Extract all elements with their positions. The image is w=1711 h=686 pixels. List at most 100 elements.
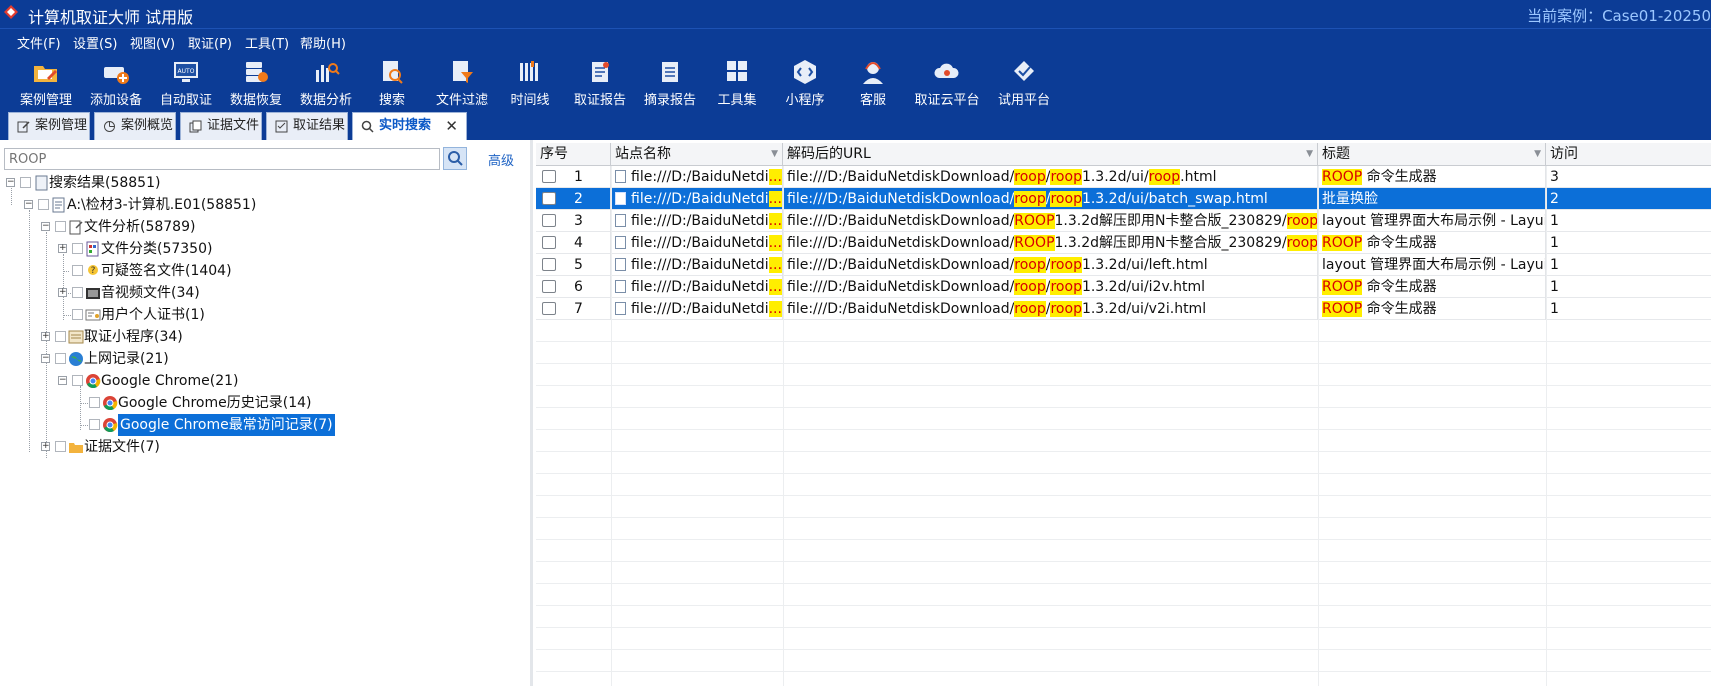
table-row[interactable]: 3 file:///D:/BaiduNetdi... file:///D:/Baid…	[536, 210, 1711, 232]
menu-file[interactable]: 文件(F)	[17, 33, 61, 52]
cell-decoded-url: file:///D:/BaiduNetdiskDownload/roop/roo…	[783, 166, 1318, 188]
tree-node-personal-certificate[interactable]: 用户个人证书(1)	[0, 304, 530, 326]
expand-icon[interactable]: +	[41, 332, 50, 341]
tab-evidence-files[interactable]: 证据文件	[180, 112, 262, 140]
tree-checkbox[interactable]	[72, 287, 83, 298]
customer-service-button[interactable]: 客服	[850, 58, 896, 108]
tab-case-management[interactable]: 案例管理	[8, 112, 90, 140]
tab-forensic-results[interactable]: 取证结果	[266, 112, 348, 140]
mini-program-button[interactable]: 小程序	[780, 58, 830, 108]
collapse-icon[interactable]: −	[58, 376, 67, 385]
folder-edit-icon	[34, 66, 57, 82]
search-submit-button[interactable]	[443, 147, 467, 170]
search-button[interactable]: 搜索	[370, 58, 414, 108]
table-row[interactable]: 1 file:///D:/BaiduNetdi... file:///D:/Baid…	[536, 166, 1711, 188]
data-recovery-button[interactable]: 数据恢复	[228, 58, 284, 108]
collapse-icon[interactable]: −	[24, 200, 33, 209]
cell-site-name: file:///D:/BaiduNetdi...	[611, 254, 783, 276]
tree-node-internet-records[interactable]: − 上网记录(21)	[0, 348, 530, 370]
table-row[interactable]: 7 file:///D:/BaiduNetdi... file:///D:/Baid…	[536, 298, 1711, 320]
close-tab-icon[interactable]: ✕	[445, 113, 458, 139]
collapse-icon[interactable]: −	[41, 354, 50, 363]
row-checkbox[interactable]	[542, 302, 556, 315]
tree-checkbox[interactable]	[55, 331, 66, 342]
tree-checkbox[interactable]	[89, 397, 100, 408]
file-analysis-icon	[69, 220, 83, 235]
row-checkbox[interactable]	[542, 236, 556, 249]
add-device-button[interactable]: 添加设备	[88, 58, 144, 108]
row-checkbox[interactable]	[542, 214, 556, 227]
menu-help[interactable]: 帮助(H)	[300, 33, 346, 52]
tab-realtime-search[interactable]: 实时搜索 ✕	[352, 112, 467, 140]
auto-forensics-button[interactable]: AUTO 自动取证	[158, 58, 214, 108]
column-header-decoded-url[interactable]: 解码后的URL ▼	[783, 143, 1318, 166]
tree-node-file-analysis[interactable]: − 文件分析(58789)	[0, 216, 530, 238]
menu-forensics[interactable]: 取证(P)	[188, 33, 232, 52]
table-row[interactable]: 2 file:///D:/BaiduNetdi... file:///D:/Baid…	[536, 188, 1711, 210]
trial-platform-button[interactable]: 试用平台	[996, 58, 1052, 108]
tree-node-evidence-files[interactable]: + 证据文件(7)	[0, 436, 530, 458]
report-icon	[592, 62, 609, 82]
tree-node-chrome-history[interactable]: Google Chrome历史记录(14)	[0, 392, 530, 414]
tree-checkbox[interactable]	[72, 265, 83, 276]
column-header-site-name[interactable]: 站点名称 ▼	[611, 143, 783, 166]
file-icon	[615, 192, 626, 205]
collapse-icon[interactable]: −	[6, 178, 15, 187]
expand-icon[interactable]: +	[58, 244, 67, 253]
advanced-search-link[interactable]: 高级	[488, 150, 514, 169]
data-analysis-button[interactable]: 数据分析	[298, 58, 354, 108]
menu-bar: 文件(F) 设置(S) 视图(V) 取证(P) 工具(T) 帮助(H)	[0, 28, 1711, 54]
table-row[interactable]: 6 file:///D:/BaiduNetdi... file:///D:/Baid…	[536, 276, 1711, 298]
cell-title: ROOP 命令生成器	[1318, 232, 1546, 254]
tree-checkbox[interactable]	[20, 177, 31, 188]
file-filter-button[interactable]: 文件过滤	[434, 58, 490, 108]
cloud-platform-button[interactable]: 取证云平台	[914, 58, 980, 108]
row-checkbox[interactable]	[542, 192, 556, 205]
forensic-report-button[interactable]: 取证报告	[572, 58, 628, 108]
table-row[interactable]: 5 file:///D:/BaiduNetdi... file:///D:/Baid…	[536, 254, 1711, 276]
row-checkbox[interactable]	[542, 280, 556, 293]
tree-node-search-results[interactable]: − 搜索结果(58851)	[0, 172, 530, 194]
tree-checkbox[interactable]	[55, 221, 66, 232]
tree-checkbox[interactable]	[55, 441, 66, 452]
timeline-button[interactable]: 时间线	[505, 58, 555, 108]
cell-title: layout 管理界面大布局示例 - Layui	[1318, 210, 1546, 232]
tree-checkbox[interactable]	[72, 375, 83, 386]
expand-icon[interactable]: +	[41, 442, 50, 451]
filter-icon[interactable]: ▼	[1534, 143, 1541, 166]
tree-node-suspicious-signature[interactable]: ? 可疑签名文件(1404)	[0, 260, 530, 282]
tree-node-evidence-image[interactable]: − A:\检材3-计算机.E01(58851)	[0, 194, 530, 216]
tab-case-overview[interactable]: 案例概览	[94, 112, 176, 140]
cell-visits: 1	[1550, 235, 1559, 251]
search-input[interactable]	[4, 148, 440, 170]
filter-icon[interactable]: ▼	[771, 143, 778, 166]
tree-node-chrome-most-visited[interactable]: Google Chrome最常访问记录(7)	[0, 414, 530, 436]
row-checkbox[interactable]	[542, 258, 556, 271]
menu-tools[interactable]: 工具(T)	[245, 33, 289, 52]
tree-checkbox[interactable]	[89, 419, 100, 430]
toolbar: 案例管理 添加设备 AUTO 自动取证 数据恢复 数据分析 搜索 文件过滤 时间…	[0, 54, 1711, 110]
case-management-button[interactable]: 案例管理	[18, 58, 74, 108]
column-header-index[interactable]: 序号	[536, 143, 611, 166]
expand-icon[interactable]: +	[58, 288, 67, 297]
menu-view[interactable]: 视图(V)	[130, 33, 175, 52]
tree-node-file-classification[interactable]: + 文件分类(57350)	[0, 238, 530, 260]
tree-node-google-chrome[interactable]: − Google Chrome(21)	[0, 370, 530, 392]
toolset-button[interactable]: 工具集	[712, 58, 762, 108]
tree-node-audio-video[interactable]: + 音视频文件(34)	[0, 282, 530, 304]
menu-settings[interactable]: 设置(S)	[73, 33, 117, 52]
table-row[interactable]: 4 file:///D:/BaiduNetdi... file:///D:/Baid…	[536, 232, 1711, 254]
collapse-icon[interactable]: −	[41, 222, 50, 231]
tree-checkbox[interactable]	[55, 353, 66, 364]
column-header-visits[interactable]: 访问	[1546, 143, 1711, 166]
excerpt-report-button[interactable]: 摘录报告	[642, 58, 698, 108]
globe-icon	[69, 352, 83, 366]
pie-icon	[104, 121, 115, 132]
column-header-title[interactable]: 标题 ▼	[1318, 143, 1546, 166]
tree-checkbox[interactable]	[72, 243, 83, 254]
tree-node-forensic-mini-program[interactable]: + 取证小程序(34)	[0, 326, 530, 348]
tree-checkbox[interactable]	[38, 199, 49, 210]
row-checkbox[interactable]	[542, 170, 556, 183]
tree-checkbox[interactable]	[72, 309, 83, 320]
filter-icon[interactable]: ▼	[1306, 143, 1313, 166]
